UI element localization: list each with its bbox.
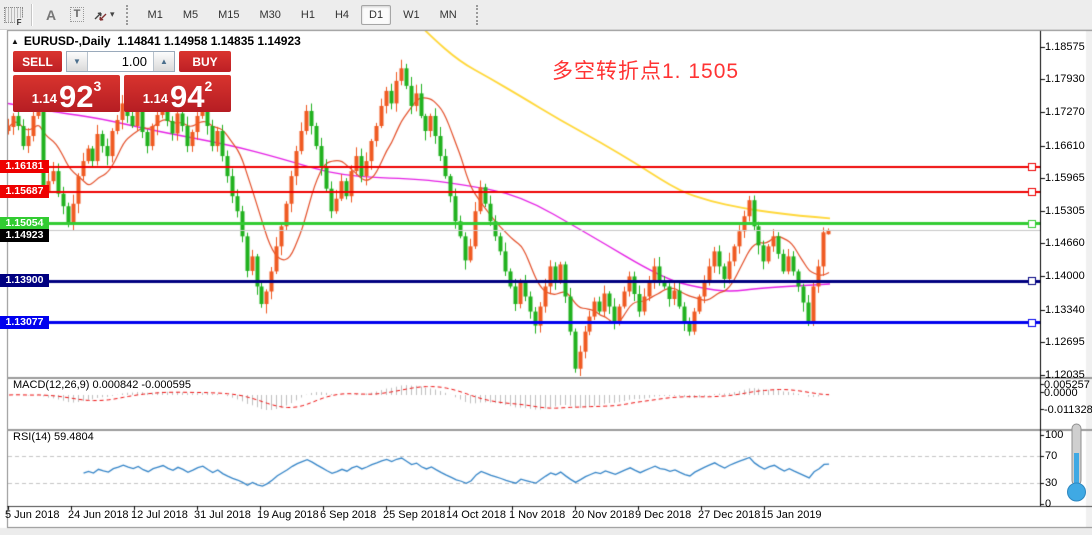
trade-panel-top-row: SELL ▼ 1.00 ▲ BUY (13, 51, 231, 72)
chevron-down-icon: ▾ (110, 9, 115, 20)
buy-price-pip: 2 (205, 78, 213, 94)
sell-price-main: 92 (59, 84, 93, 110)
timeframe-button-h4[interactable]: H4 (327, 5, 357, 25)
timeframe-button-h1[interactable]: H1 (293, 5, 323, 25)
letter-a-icon: A (46, 7, 56, 23)
timeframe-button-d1[interactable]: D1 (361, 5, 391, 25)
diagonal-arrows-icon (92, 8, 108, 22)
sell-button[interactable]: SELL (13, 51, 62, 72)
trade-panel-price-row: 1.14 92 3 1.14 94 2 (13, 75, 231, 112)
toolbar-separator (31, 4, 33, 26)
mt4-terminal: FAT▾M1M5M15M30H1H4D1W1MN ▲EURUSD-,Daily … (0, 0, 1092, 535)
buy-price-main: 94 (170, 84, 204, 110)
sell-price-prefix: 1.14 (32, 91, 57, 106)
volume-stepper: ▼ 1.00 ▲ (66, 51, 175, 72)
buy-price-tile[interactable]: 1.14 94 2 (124, 75, 231, 112)
grid-f-icon: F (4, 7, 23, 23)
buy-price-prefix: 1.14 (143, 91, 168, 106)
volume-up-button[interactable]: ▲ (153, 52, 174, 71)
volume-down-button[interactable]: ▼ (67, 52, 88, 71)
buy-button[interactable]: BUY (179, 51, 231, 72)
volume-input[interactable]: 1.00 (88, 52, 153, 71)
letter-t-icon: T (70, 7, 85, 22)
toolbar-grip (126, 5, 131, 25)
timeframe-button-mn[interactable]: MN (432, 5, 465, 25)
sell-price-tile[interactable]: 1.14 92 3 (13, 75, 120, 112)
one-click-trading-panel: SELL ▼ 1.00 ▲ BUY 1.14 92 3 1.14 94 2 (13, 51, 231, 112)
timeframe-button-m5[interactable]: M5 (175, 5, 206, 25)
text-label-icon[interactable]: A (39, 3, 63, 27)
thermometer-icon[interactable] (1062, 421, 1092, 509)
sell-price-pip: 3 (94, 78, 102, 94)
toolbar-grip (476, 5, 481, 25)
arrows-tool-icon[interactable]: ▾ (91, 3, 116, 27)
chart-shift-icon[interactable]: F (1, 3, 25, 27)
timeframe-button-m15[interactable]: M15 (210, 5, 247, 25)
toolbar: F AT ▾ M1M5M15M30H1H4D1W1MN (0, 0, 1092, 30)
timeframe-button-m30[interactable]: M30 (252, 5, 289, 25)
text-box-icon[interactable]: T (65, 3, 89, 27)
timeframe-button-m1[interactable]: M1 (140, 5, 171, 25)
timeframe-button-w1[interactable]: W1 (395, 5, 428, 25)
